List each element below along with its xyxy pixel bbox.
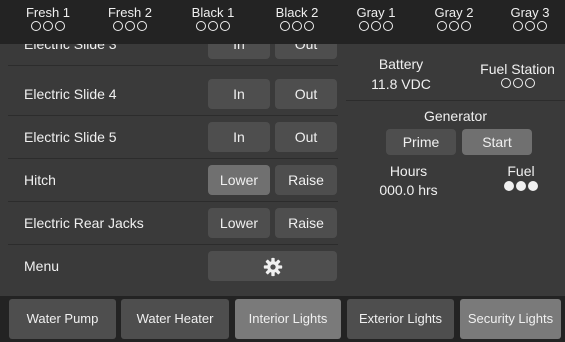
level-dot xyxy=(383,21,393,31)
slide-3-out-button[interactable]: Out xyxy=(275,44,337,59)
level-dot xyxy=(304,21,314,31)
generator-title: Generator xyxy=(423,108,488,124)
tank-label: Gray 1 xyxy=(356,5,396,20)
slide-4-in-button[interactable]: In xyxy=(208,79,270,109)
slide-5-in-button[interactable]: In xyxy=(208,122,270,152)
tab-water-pump[interactable]: Water Pump xyxy=(9,299,116,339)
generator-fuel-level-indicator xyxy=(486,181,556,191)
hitch-lower-button[interactable]: Lower xyxy=(208,165,270,195)
row-label: Hitch xyxy=(24,172,56,188)
level-dot xyxy=(196,21,206,31)
tank-label: Fresh 2 xyxy=(107,5,153,20)
gear-icon xyxy=(263,258,282,277)
tank-label: Fresh 1 xyxy=(25,5,71,20)
tank-label: Gray 3 xyxy=(510,5,550,20)
tank-level-indicator xyxy=(267,21,327,31)
level-dot xyxy=(220,21,230,31)
tank-level-indicator xyxy=(424,21,484,31)
level-dot xyxy=(359,21,369,31)
generator-fuel-label: Fuel xyxy=(507,163,535,179)
level-dot xyxy=(280,21,290,31)
tank-level-indicator xyxy=(183,21,243,31)
hitch-raise-button[interactable]: Raise xyxy=(275,165,337,195)
tank-level-indicator xyxy=(100,21,160,31)
row-electric-slide-4: Electric Slide 4 In Out xyxy=(8,73,338,116)
level-dot xyxy=(513,21,523,31)
jacks-raise-button[interactable]: Raise xyxy=(275,208,337,238)
tank-fresh-1: Fresh 1 xyxy=(18,6,78,31)
tank-gray-2: Gray 2 xyxy=(424,6,484,31)
level-dot xyxy=(500,78,511,88)
level-dot xyxy=(292,21,302,31)
level-dot xyxy=(524,78,535,88)
level-dot xyxy=(528,181,538,191)
battery-voltage: 11.8 VDC xyxy=(371,76,431,92)
control-list: Electric Slide 3 In Out Electric Slide 4… xyxy=(8,44,338,294)
row-electric-slide-3: Electric Slide 3 In Out xyxy=(8,44,338,66)
slide-3-in-button[interactable]: In xyxy=(208,44,270,59)
section-divider xyxy=(346,100,565,101)
level-dot xyxy=(525,21,535,31)
level-dot xyxy=(461,21,471,31)
tank-gray-1: Gray 1 xyxy=(346,6,406,31)
tank-level-indicator xyxy=(346,21,406,31)
generator-start-button[interactable]: Start xyxy=(462,129,532,155)
status-panel: Battery 11.8 VDC Fuel Station Generator … xyxy=(346,44,565,294)
menu-settings-button[interactable] xyxy=(208,251,337,281)
tank-level-bar: Fresh 1 Fresh 2 Black 1 Black 2 Gray 1 G… xyxy=(0,0,565,44)
row-label: Menu xyxy=(24,258,60,274)
tab-water-heater[interactable]: Water Heater xyxy=(121,299,229,339)
tank-level-indicator xyxy=(500,21,560,31)
generator-prime-button[interactable]: Prime xyxy=(386,129,456,155)
row-electric-rear-jacks: Electric Rear Jacks Lower Raise xyxy=(8,202,338,245)
row-hitch: Hitch Lower Raise xyxy=(8,159,338,202)
level-dot xyxy=(43,21,53,31)
level-dot xyxy=(371,21,381,31)
level-dot xyxy=(516,181,526,191)
generator-hours-value: 000.0 hrs xyxy=(379,182,438,198)
row-label: Electric Slide 3 xyxy=(24,44,117,52)
row-label: Electric Slide 4 xyxy=(24,86,117,102)
level-dot xyxy=(55,21,65,31)
tank-fresh-2: Fresh 2 xyxy=(100,6,160,31)
jacks-lower-button[interactable]: Lower xyxy=(208,208,270,238)
level-dot xyxy=(125,21,135,31)
tank-black-1: Black 1 xyxy=(183,6,243,31)
row-label: Electric Rear Jacks xyxy=(24,215,144,231)
tank-gray-3: Gray 3 xyxy=(500,6,560,31)
tank-label: Black 1 xyxy=(191,5,235,20)
slide-5-out-button[interactable]: Out xyxy=(275,122,337,152)
tab-security-lights[interactable]: Security Lights xyxy=(460,299,561,339)
fuel-station-level-indicator xyxy=(470,78,565,88)
row-label: Electric Slide 5 xyxy=(24,129,117,145)
level-dot xyxy=(208,21,218,31)
tank-black-2: Black 2 xyxy=(267,6,327,31)
fuel-station-label: Fuel Station xyxy=(480,61,555,77)
level-dot xyxy=(437,21,447,31)
row-menu: Menu xyxy=(8,245,338,288)
row-electric-slide-5: Electric Slide 5 In Out xyxy=(8,116,338,159)
level-dot xyxy=(449,21,459,31)
slide-4-out-button[interactable]: Out xyxy=(275,79,337,109)
generator-hours-label: Hours xyxy=(389,163,428,179)
tab-exterior-lights[interactable]: Exterior Lights xyxy=(347,299,454,339)
tank-label: Black 2 xyxy=(275,5,319,20)
tank-label: Gray 2 xyxy=(434,5,474,20)
level-dot xyxy=(113,21,123,31)
level-dot xyxy=(512,78,523,88)
bottom-tab-bar: Water Pump Water Heater Interior Lights … xyxy=(0,296,565,342)
battery-label: Battery xyxy=(378,56,424,72)
control-panel: Fresh 1 Fresh 2 Black 1 Black 2 Gray 1 G… xyxy=(0,0,565,342)
level-dot xyxy=(31,21,41,31)
level-dot xyxy=(537,21,547,31)
level-dot xyxy=(504,181,514,191)
level-dot xyxy=(137,21,147,31)
tank-level-indicator xyxy=(18,21,78,31)
tab-interior-lights[interactable]: Interior Lights xyxy=(235,299,341,339)
